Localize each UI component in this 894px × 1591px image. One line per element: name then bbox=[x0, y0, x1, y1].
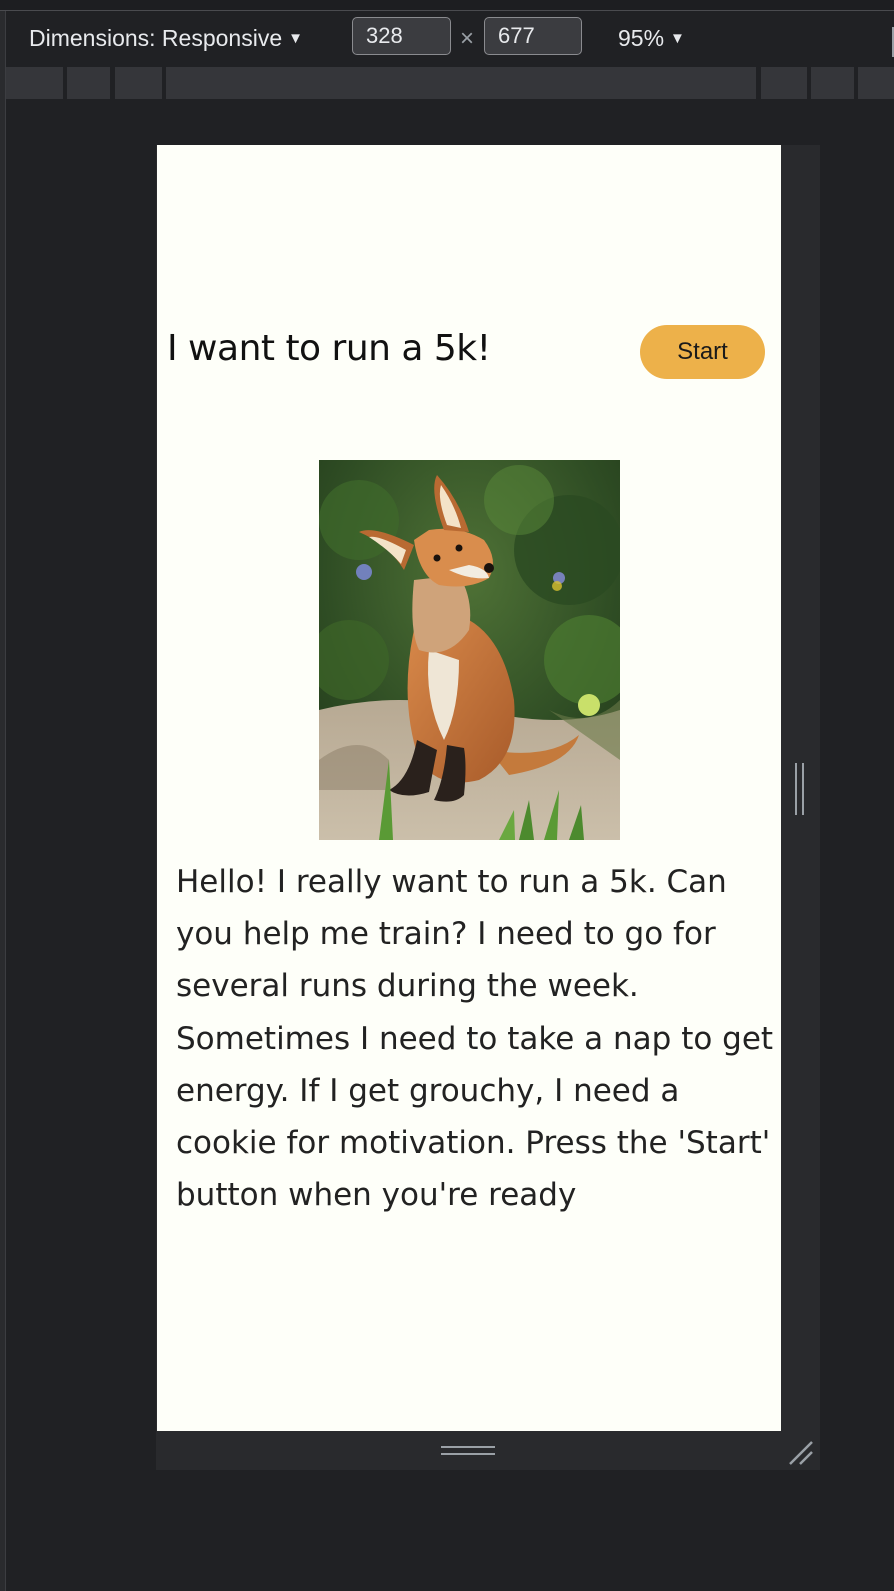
page-viewport: I want to run a 5k! Start Hello! I reall… bbox=[157, 145, 781, 1431]
media-query-bar bbox=[6, 67, 894, 99]
chevron-down-icon: ▼ bbox=[288, 30, 303, 47]
dimensions-dropdown[interactable]: Dimensions: Responsive ▼ bbox=[29, 25, 303, 52]
times-separator: × bbox=[460, 25, 475, 52]
media-query-segment[interactable] bbox=[858, 67, 894, 99]
intro-paragraph: Hello! I really want to run a 5k. Can yo… bbox=[176, 864, 774, 1214]
media-query-segment[interactable] bbox=[6, 67, 63, 99]
devtools-top-border bbox=[0, 0, 894, 11]
page-title: I want to run a 5k! bbox=[167, 328, 491, 369]
resize-corner-icon[interactable] bbox=[786, 1438, 814, 1466]
handle-line bbox=[795, 763, 797, 815]
chevron-down-icon: ▼ bbox=[670, 30, 685, 47]
media-query-segment[interactable] bbox=[166, 67, 756, 99]
height-input[interactable] bbox=[484, 17, 582, 55]
dimensions-label: Dimensions: Responsive bbox=[29, 25, 283, 51]
start-button[interactable]: Start bbox=[640, 325, 765, 379]
media-query-segment[interactable] bbox=[115, 67, 162, 99]
bottom-resize-handle[interactable] bbox=[441, 1446, 495, 1458]
media-query-segment[interactable] bbox=[67, 67, 110, 99]
handle-line bbox=[441, 1446, 495, 1448]
device-toolbar: Dimensions: Responsive ▼ × 95% ▼ bbox=[6, 11, 894, 63]
devtools-left-edge bbox=[0, 0, 6, 1591]
handle-line bbox=[802, 763, 804, 815]
media-query-segment[interactable] bbox=[811, 67, 854, 99]
zoom-dropdown[interactable]: 95% ▼ bbox=[618, 25, 685, 52]
width-input[interactable] bbox=[352, 17, 451, 55]
handle-line bbox=[441, 1453, 495, 1455]
media-query-segment[interactable] bbox=[761, 67, 807, 99]
fox-photo bbox=[319, 460, 620, 840]
right-resize-handle[interactable] bbox=[795, 763, 805, 815]
zoom-label: 95% bbox=[618, 25, 665, 51]
